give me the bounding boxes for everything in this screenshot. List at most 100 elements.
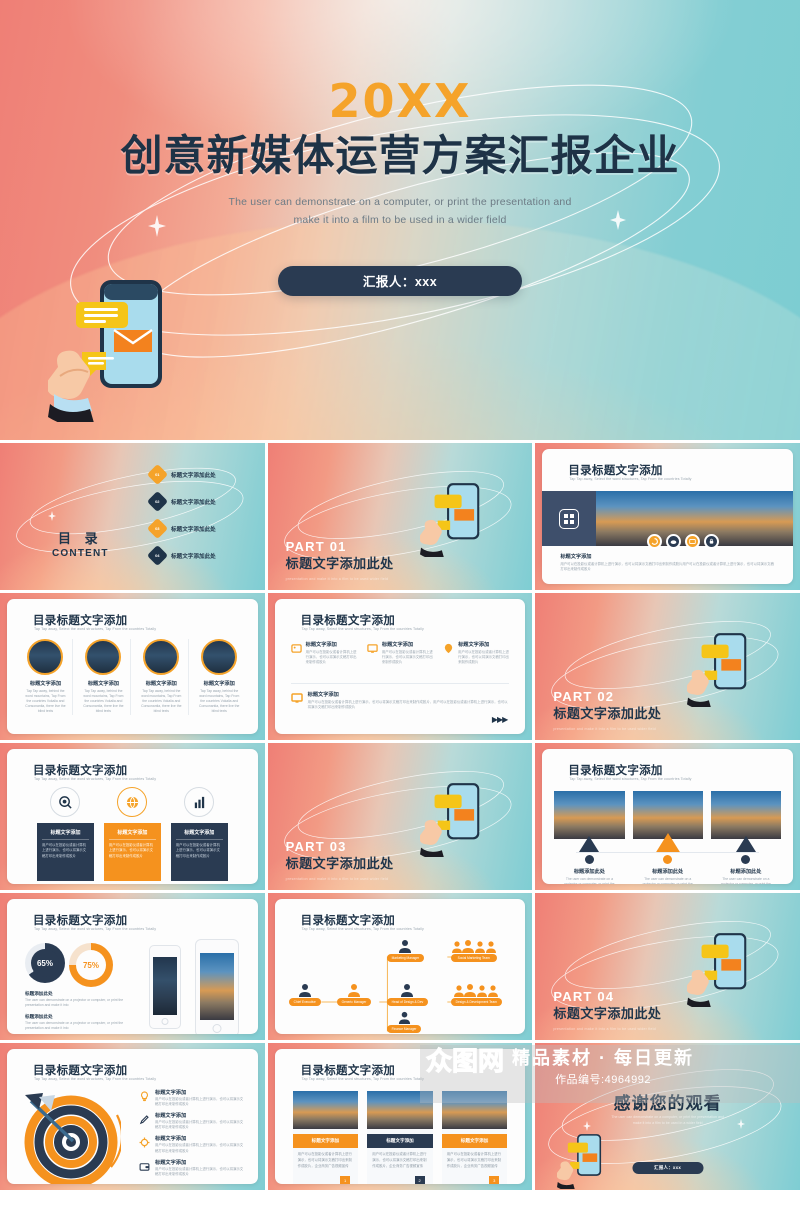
slide-thumb-thanks[interactable]: 感谢您的观看 The user can demonstrate on a com… bbox=[535, 1043, 800, 1190]
slide-thumb-photo-cards[interactable]: 目录标题文字添加 Tap Tap away, Select the word s… bbox=[267, 1043, 533, 1190]
wallet-icon bbox=[139, 1159, 150, 1177]
phone-home-button bbox=[212, 1024, 222, 1033]
slide-thumb-timeline[interactable]: 目录标题文字添加 Tap Tap away, Select the word s… bbox=[535, 743, 800, 890]
target-item[interactable]: 标题文字添加 用户可以在投影仪或者计算机上进行演示，也可以将演示文稿打印出来制作成… bbox=[139, 1135, 244, 1153]
content-title-en: CONTENT bbox=[52, 548, 109, 559]
slide-thumb-donuts[interactable]: 目录标题文字添加 Tap Tap away, Select the word s… bbox=[0, 893, 265, 1040]
icon-text-item[interactable]: 标题文字添加 用户可以在投影仪或者计算机上进行演示，也可以将演示文稿打印出来制作成… bbox=[367, 641, 433, 665]
slide-thumb-four-circles[interactable]: 目录标题文字添加 Tap Tap away, Select the word s… bbox=[0, 593, 265, 740]
slide-thumb-part-01[interactable]: PART 01 标题文字添加此处 presentation and make i… bbox=[267, 443, 533, 590]
donut-text-body: The user can demonstrate on a projector … bbox=[25, 998, 124, 1008]
part-title: 标题文字添加此处 bbox=[285, 556, 394, 571]
org-node[interactable]: Chief Executive bbox=[288, 983, 321, 1006]
icon-text-item[interactable]: 标题文字添加 用户可以在投影仪或者计算机上进行演示，也可以将演示文稿打印出来制作成… bbox=[443, 641, 509, 665]
target-item-title: 标题文字添加 bbox=[155, 1113, 187, 1120]
photo-card-image bbox=[367, 1091, 433, 1129]
image-icon[interactable] bbox=[685, 534, 701, 549]
monitor-icon bbox=[367, 641, 378, 665]
slide-thumb-org-chart[interactable]: 目录标题文字添加 Tap Tap away, Select the word s… bbox=[267, 893, 533, 1040]
feature-card[interactable]: 标题文字添加 用户可以在投影仪或者计算机上进行演示，也可以将演示文稿打印出来制作… bbox=[170, 787, 228, 881]
circle-item[interactable]: 标题文字添加 Tap Tap away, behind the word mou… bbox=[193, 639, 246, 715]
triangle-marker-icon bbox=[579, 836, 600, 852]
target-item-title: 标题文字添加 bbox=[155, 1090, 187, 1096]
org-node[interactable]: Generic Manager bbox=[336, 983, 372, 1006]
next-arrows-icon[interactable]: ▶▶▶ bbox=[492, 715, 509, 724]
circle-item[interactable]: 标题文字添加 Tap Tap away, behind the word mou… bbox=[135, 639, 189, 715]
gear-icon bbox=[139, 1135, 150, 1153]
card-title: 目录标题文字添加 bbox=[33, 915, 128, 927]
wide-item-body: 用户可以在投影仪或者计算机上进行演示，也可以将演示文稿打印出来制作成胶片，用户可… bbox=[307, 700, 508, 710]
slide-thumb-part-02[interactable]: PART 02 标题文字添加此处 presentation and make i… bbox=[535, 593, 800, 740]
photo-card[interactable]: 标题文字添加 用户可以在投影仪或者计算机上进行演示，也可以将演示文稿打印出来制作… bbox=[441, 1091, 508, 1184]
photo-card[interactable]: 标题文字添加 用户可以在投影仪或者计算机上进行演示，也可以将演示文稿打印出来制作… bbox=[292, 1091, 359, 1184]
catalog-entry[interactable]: 04 标题文字添加此处 bbox=[146, 544, 216, 567]
lock-icon[interactable] bbox=[704, 534, 720, 549]
timeline-item[interactable]: 标题添加此处 The user can demonstrate on a pro… bbox=[710, 791, 781, 884]
phone-hand-illustration bbox=[687, 929, 765, 1007]
timeline-item[interactable]: 标题添加此处 The user can demonstrate on a pro… bbox=[554, 791, 625, 884]
slide-card: 目录标题文字添加 Tap Tap away, Select the word s… bbox=[7, 1049, 258, 1184]
slide-card: 目录标题文字添加 Tap Tap away, Select the word s… bbox=[274, 599, 526, 734]
photo-card-image bbox=[292, 1091, 359, 1129]
slide-thumb-three-cards[interactable]: 目录标题文字添加 Tap Tap away, Select the word s… bbox=[0, 743, 265, 890]
org-node[interactable]: Marketing Manager bbox=[386, 939, 425, 962]
circle-photo bbox=[143, 639, 180, 675]
target-item-title: 标题文字添加 bbox=[155, 1159, 187, 1166]
thanks-subtitle: The user can demonstrate on a computer, … bbox=[535, 1115, 800, 1127]
slide-card: 目录标题文字添加 Tap Tap away, Select the word s… bbox=[542, 449, 793, 584]
circle-item[interactable]: 标题文字添加 Tap Tap away, behind the word mou… bbox=[19, 639, 73, 715]
target-item[interactable]: 标题文字添加 用户可以在投影仪或者计算机上进行演示，也可以将演示文稿打印出来制作成… bbox=[139, 1089, 244, 1107]
item-title: 标题文字添加 bbox=[381, 642, 414, 648]
catalog-entry[interactable]: 02 标题文字添加此处 bbox=[146, 490, 216, 513]
photo-card[interactable]: 标题文字添加 用户可以在投影仪或者计算机上进行演示，也可以将演示文稿打印出来制作… bbox=[367, 1091, 433, 1184]
phone-screen bbox=[153, 957, 177, 1015]
feature-card-title: 标题文字添加 bbox=[108, 829, 156, 840]
diamond-icon: 01 bbox=[146, 463, 169, 486]
feature-card-body: 标题文字添加 用户可以在投影仪或者计算机上进行演示，也可以将演示文稿打印出来制作… bbox=[103, 823, 161, 881]
target-item-body: 用户可以在投影仪或者计算机上进行演示，也可以将演示文稿打印出来制作成胶片 bbox=[155, 1143, 244, 1153]
org-node[interactable]: Head of Design & Dev bbox=[386, 983, 429, 1006]
slide-thumb-part-04[interactable]: PART 04 标题文字添加此处 presentation and make i… bbox=[535, 893, 800, 1040]
part-label: PART 01 bbox=[285, 539, 347, 554]
catalog-label: 标题文字添加此处 bbox=[171, 526, 216, 533]
person-icon bbox=[398, 1011, 410, 1024]
catalog-entry[interactable]: 03 标题文字添加此处 bbox=[146, 517, 216, 540]
donut-chart-65: 65% bbox=[25, 943, 65, 983]
refresh-icon[interactable] bbox=[647, 534, 663, 549]
org-node-group[interactable]: Design & Development Team bbox=[450, 983, 502, 1006]
circle-photo bbox=[201, 639, 238, 675]
donut-label: 75% bbox=[82, 960, 99, 970]
slide-thumb-target[interactable]: 目录标题文字添加 Tap Tap away, Select the word s… bbox=[0, 1043, 265, 1190]
timeline-photo bbox=[554, 791, 625, 839]
circle-item[interactable]: 标题文字添加 Tap Tap away, behind the word mou… bbox=[77, 639, 131, 715]
slide-thumb-banner-photo[interactable]: 目录标题文字添加 Tap Tap away, Select the word s… bbox=[535, 443, 800, 590]
image-icon bbox=[290, 641, 302, 665]
org-node[interactable]: Finance Manager bbox=[386, 1011, 422, 1033]
hero-title: 创意新媒体运营方案汇报企业 bbox=[120, 132, 680, 179]
timeline-photo bbox=[632, 791, 703, 839]
photo-card-title: 标题文字添加 bbox=[441, 1134, 508, 1148]
slide-card: 目录标题文字添加 Tap Tap away, Select the word s… bbox=[542, 749, 793, 884]
feature-card[interactable]: 标题文字添加 用户可以在投影仪或者计算机上进行演示，也可以将演示文稿打印出来制作… bbox=[103, 787, 161, 881]
wide-icon-text-item[interactable]: 标题文字添加 用户可以在投影仪或者计算机上进行演示，也可以将演示文稿打印出来制作… bbox=[290, 691, 510, 710]
photo-card-body: 用户可以在投影仪或者计算机上进行演示，也可以将演示文稿打印出来制作成胶片，企业商… bbox=[446, 1152, 502, 1168]
target-item[interactable]: 标题文字添加 用户可以在投影仪或者计算机上进行演示，也可以将演示文稿打印出来制作成… bbox=[139, 1112, 244, 1130]
org-node-group[interactable]: Social Marketing Team bbox=[450, 939, 497, 962]
timeline-item[interactable]: 标题添加此处 The user can demonstrate on a pro… bbox=[632, 791, 703, 884]
feature-card[interactable]: 标题文字添加 用户可以在投影仪或者计算机上进行演示，也可以将演示文稿打印出来制作… bbox=[37, 787, 94, 881]
hero-subtitle-line1: The user can demonstrate on a computer, … bbox=[228, 196, 572, 209]
grid-icon bbox=[559, 508, 580, 529]
photo-card-body: 用户可以在投影仪或者计算机上进行演示，也可以将演示文稿打印出来制作成胶片，企业商… bbox=[372, 1152, 427, 1168]
part-label: PART 02 bbox=[553, 689, 615, 704]
icon-text-item[interactable]: 标题文字添加 用户可以在投影仪或者计算机上进行演示，也可以将演示文稿打印出来制作成… bbox=[290, 641, 357, 665]
catalog-entry[interactable]: 01 标题文字添加此处 bbox=[146, 463, 216, 486]
slide-thumb-icons-text[interactable]: 目录标题文字添加 Tap Tap away, Select the word s… bbox=[267, 593, 533, 740]
cloud-icon[interactable] bbox=[666, 534, 682, 549]
slide-thumb-part-03[interactable]: PART 03 标题文字添加此处 presentation and make i… bbox=[267, 743, 533, 890]
target-item[interactable]: 标题文字添加 用户可以在投影仪或者计算机上进行演示，也可以将演示文稿打印出来制作成… bbox=[139, 1159, 244, 1177]
timeline-body: The user can demonstrate on a projector … bbox=[643, 877, 693, 884]
org-node-label: Social Marketing Team bbox=[450, 954, 497, 962]
person-icon bbox=[399, 940, 412, 953]
feature-card-text: 用户可以在投影仪或者计算机上进行演示，也可以将演示文稿打印出来制作成胶片 bbox=[42, 843, 87, 858]
slide-thumb-content[interactable]: 目 录 CONTENT 01 标题文字添加此处 02 标题文字添加此处 03 标… bbox=[0, 443, 265, 590]
